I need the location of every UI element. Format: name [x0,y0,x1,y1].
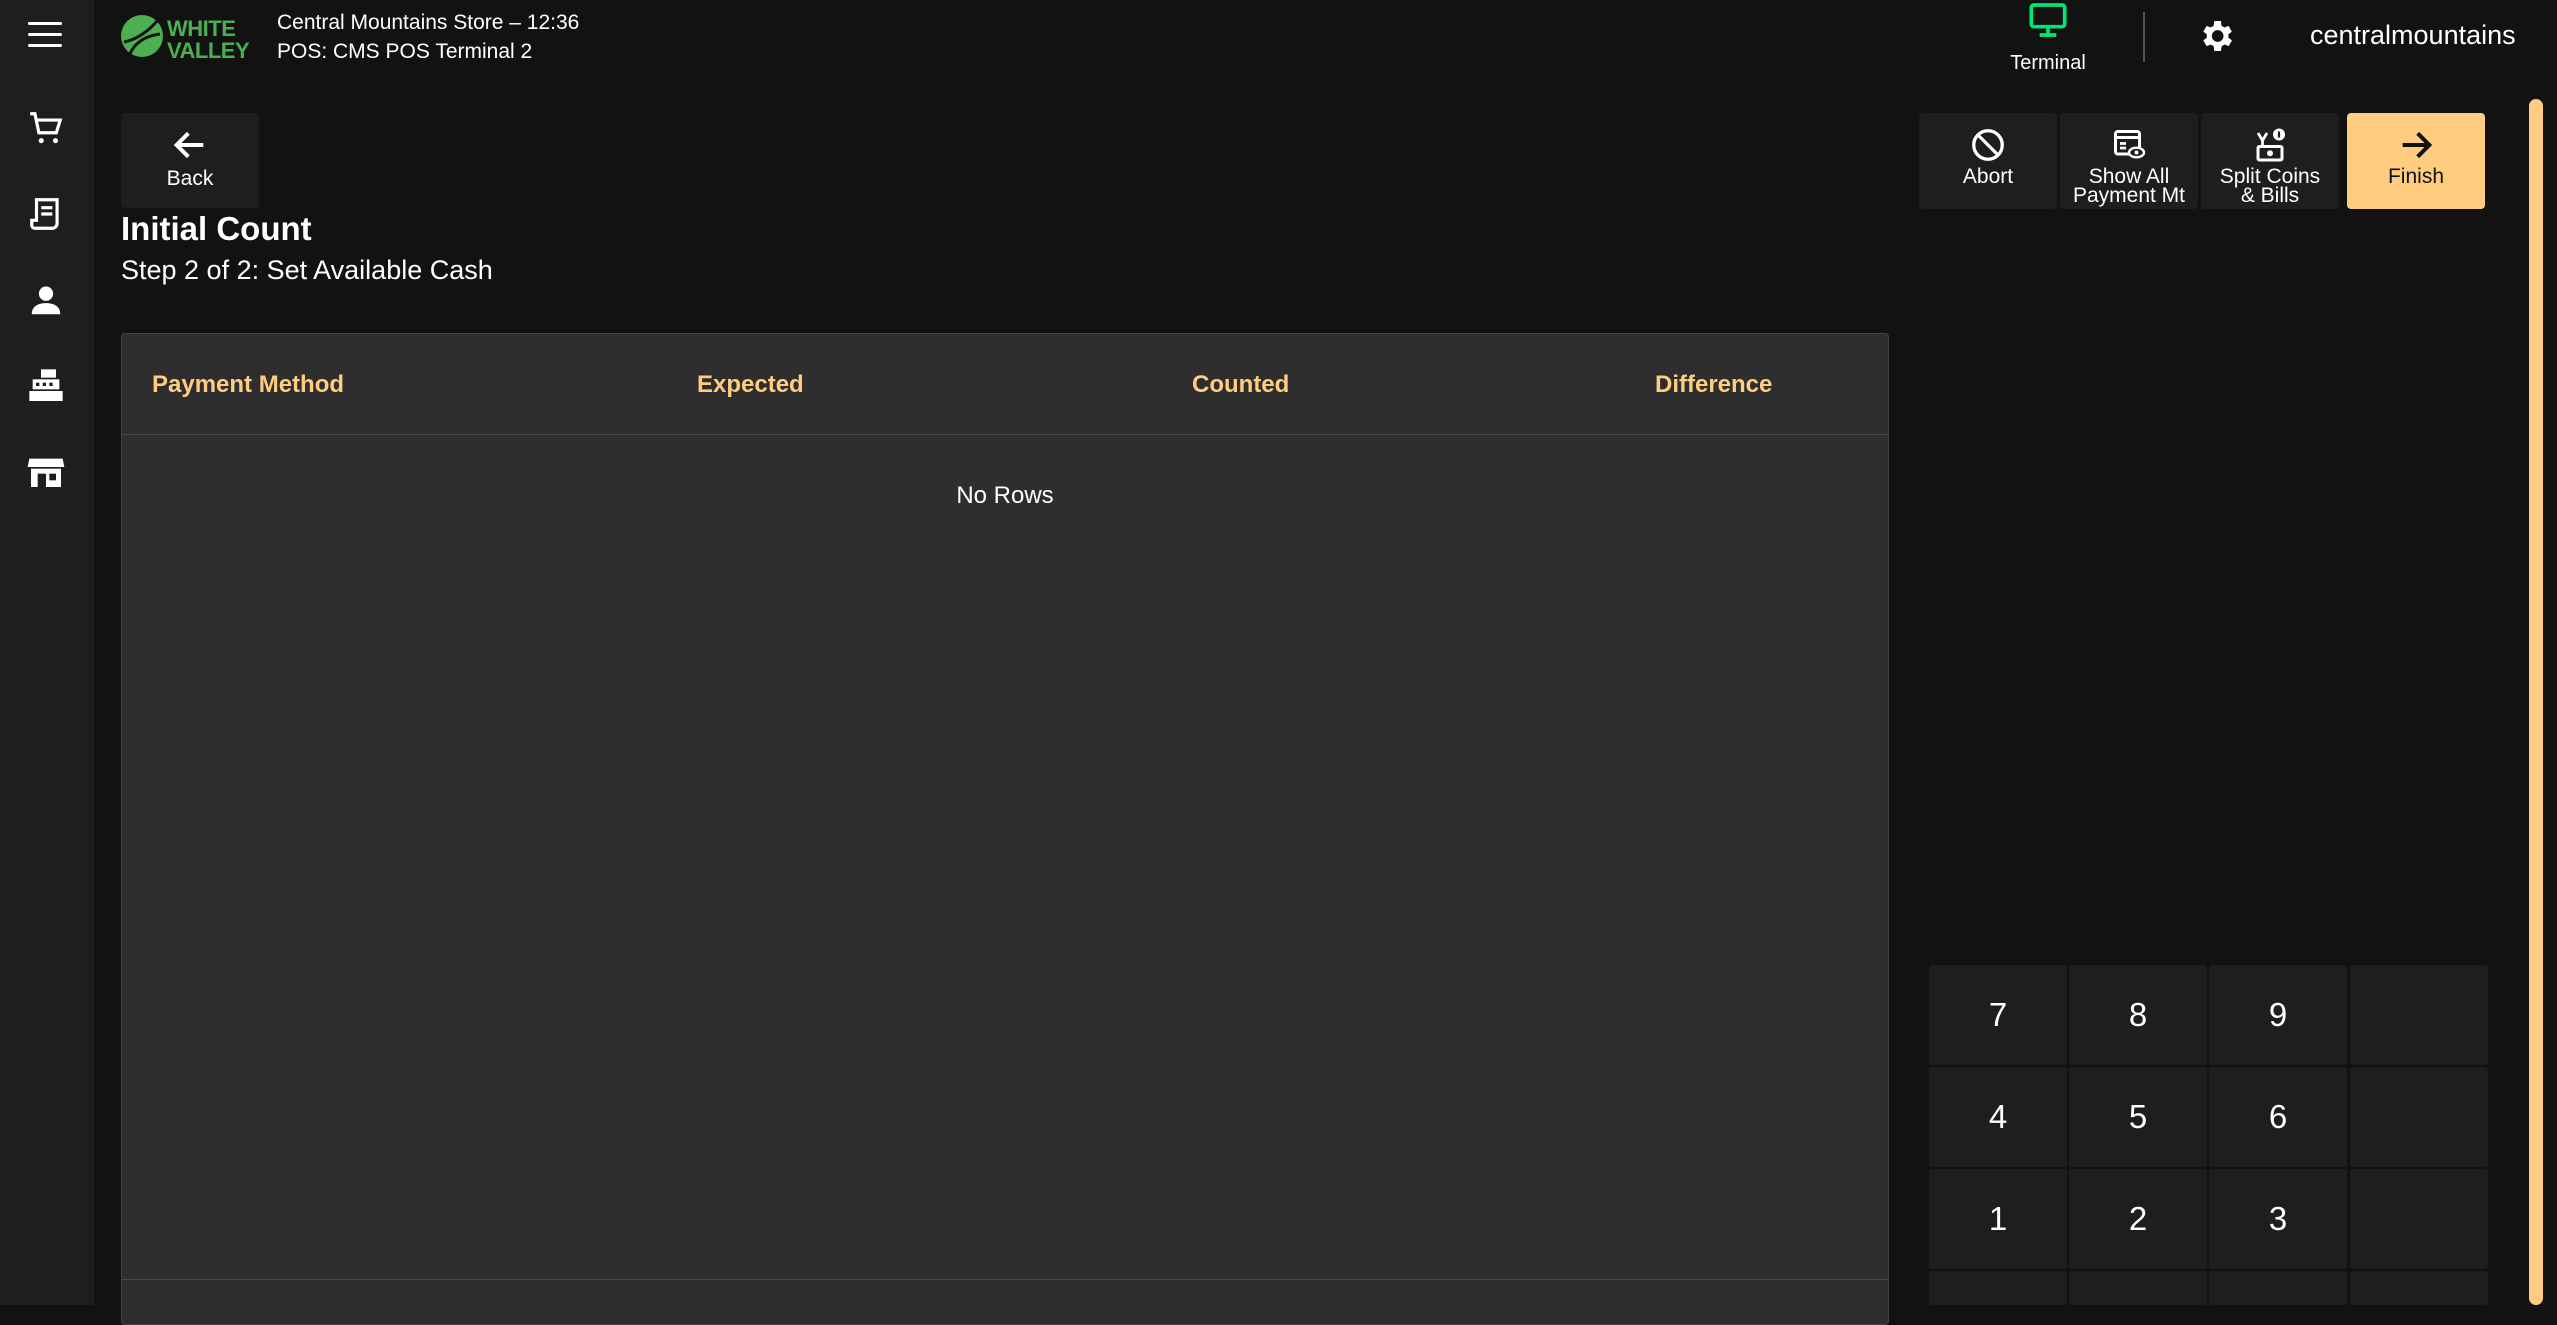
pos-terminal-name: POS: CMS POS Terminal 2 [277,40,533,63]
arrow-left-icon [173,131,204,159]
username[interactable]: centralmountains [2310,20,2516,51]
abort-button[interactable]: Abort [1919,113,2057,209]
split-coins-label: Split Coins & Bills [2219,165,2321,207]
show-all-label: Show All Payment Mt [2072,165,2186,207]
column-expected[interactable]: Expected [697,371,804,399]
gear-icon [2203,21,2232,51]
numpad-key-row4-2[interactable] [2069,1271,2207,1305]
split-coins-bills-button[interactable]: Split Coins & Bills [2201,113,2339,209]
terminal-button[interactable]: Terminal [1990,0,2106,80]
sidebar-item-register[interactable] [18,358,74,414]
store-info: Central Mountains Store – 12:36 POS: CMS… [277,8,579,66]
sidebar-item-customers[interactable] [18,272,74,328]
finish-button[interactable]: Finish [2347,113,2485,209]
numpad-key-blank-3[interactable] [2350,1169,2488,1269]
numpad-key-2[interactable]: 2 [2069,1169,2207,1269]
monitor-icon [2029,3,2067,37]
sidebar-item-store[interactable] [18,444,74,500]
logo-text-line-1: WHITE [167,16,236,41]
settings-button[interactable] [2196,16,2236,56]
cart-icon [30,112,63,144]
table-header: Payment Method Expected Counted Differen… [122,334,1888,435]
split-cash-icon [2256,128,2285,162]
numpad-key-4[interactable]: 4 [1929,1067,2067,1167]
person-icon [31,286,61,315]
column-difference[interactable]: Difference [1655,371,1772,399]
logo-ball-icon [121,15,163,57]
numpad-key-3[interactable]: 3 [2209,1169,2347,1269]
numpad-key-row4-3[interactable] [2209,1271,2347,1305]
column-payment-method[interactable]: Payment Method [152,371,344,399]
arrow-right-icon [2402,131,2433,159]
back-label: Back [166,167,214,190]
numpad-key-8[interactable]: 8 [2069,965,2207,1065]
terminal-label: Terminal [2010,52,2086,74]
numpad-key-1[interactable]: 1 [1929,1169,2067,1269]
prohibited-icon [1972,129,2004,161]
sidebar [0,0,94,1305]
finish-label: Finish [2387,165,2445,188]
column-counted[interactable]: Counted [1192,371,1289,399]
numpad-key-blank-2[interactable] [2350,1067,2488,1167]
empty-table-message: No Rows [956,482,1054,509]
menu-icon[interactable] [28,22,62,50]
numpad-key-row4-1[interactable] [1929,1271,2067,1305]
header-divider [2143,12,2145,62]
back-button[interactable]: Back [121,113,259,208]
page-title: Initial Count [121,210,312,247]
cash-register-icon [29,369,63,401]
numpad-key-7[interactable]: 7 [1929,965,2067,1065]
numpad-key-blank-1[interactable] [2350,965,2488,1065]
numpad-key-row4-4[interactable] [2350,1271,2488,1305]
abort-label: Abort [1962,165,2014,188]
scrollbar[interactable] [2529,99,2543,1305]
sidebar-item-cart[interactable] [18,100,74,156]
store-icon [27,458,65,487]
receipt-icon [30,198,59,230]
count-table: Payment Method Expected Counted Differen… [121,333,1889,1325]
page-subtitle: Step 2 of 2: Set Available Cash [121,255,493,285]
show-all-payment-methods-button[interactable]: Show All Payment Mt [2060,113,2198,209]
white-valley-logo: WHITE VALLEY [120,12,260,62]
store-name-time: Central Mountains Store – 12:36 [277,11,580,34]
numpad-key-9[interactable]: 9 [2209,965,2347,1065]
numpad-key-5[interactable]: 5 [2069,1067,2207,1167]
numpad-key-6[interactable]: 6 [2209,1067,2347,1167]
logo-text-line-2: VALLEY [167,38,250,63]
list-view-icon [2114,130,2146,159]
sidebar-item-receipts[interactable] [18,186,74,242]
table-footer-divider [122,1279,1888,1280]
